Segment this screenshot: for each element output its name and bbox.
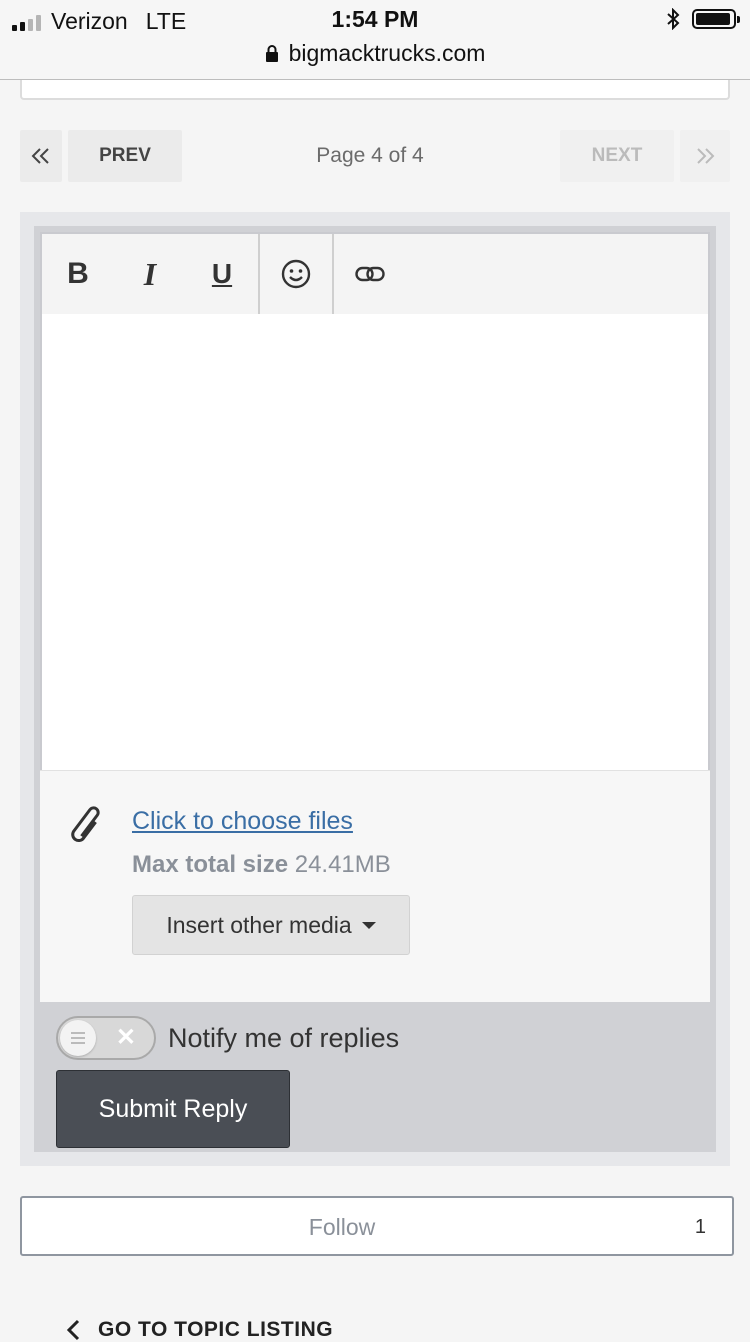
submit-reply-button[interactable]: Submit Reply: [56, 1070, 290, 1148]
bluetooth-icon: [667, 8, 680, 30]
lock-icon: [265, 45, 278, 62]
battery-icon: [692, 9, 740, 29]
follower-count: 1: [694, 1216, 706, 1238]
prev-button[interactable]: PREV: [68, 130, 182, 182]
next-button[interactable]: NEXT: [560, 130, 674, 182]
go-to-topic-listing-link[interactable]: GO TO TOPIC LISTING: [66, 1318, 333, 1342]
underline-button[interactable]: U: [186, 234, 258, 314]
attachment-area: Click to choose files Max total size 24.…: [40, 770, 710, 1002]
address-bar[interactable]: bigmacktrucks.com: [0, 40, 750, 67]
follow-label: Follow: [308, 1214, 376, 1240]
url-text: bigmacktrucks.com: [288, 40, 486, 66]
notify-row: ✕ Notify me of replies: [56, 1016, 399, 1060]
italic-button[interactable]: I: [114, 234, 186, 314]
link-button[interactable]: [334, 234, 406, 314]
page-indicator: Page 4 of 4: [316, 144, 424, 167]
caret-down-icon: [361, 921, 376, 929]
bold-icon: B: [67, 257, 89, 290]
previous-post-box: [20, 80, 730, 100]
status-bar: Verizon LTE 1:54 PM bigmacktrucks.com: [0, 0, 750, 80]
max-size-value: 24.41MB: [294, 851, 391, 878]
reply-form-inner: B I U Click to choose files Max total si…: [34, 226, 716, 1152]
notify-toggle[interactable]: ✕: [56, 1016, 156, 1060]
choose-files-link[interactable]: Click to choose files: [132, 807, 353, 836]
notify-label: Notify me of replies: [168, 1022, 400, 1053]
close-icon: ✕: [115, 1024, 136, 1051]
underline-icon: U: [211, 258, 233, 289]
reply-form: B I U Click to choose files Max total si…: [20, 212, 730, 1166]
menu-lines-icon: [71, 1032, 85, 1044]
editor-toolbar: B I U: [42, 234, 708, 314]
chevron-left-icon: [66, 1319, 80, 1341]
paperclip-icon: [71, 806, 100, 843]
smiley-icon: [281, 259, 311, 289]
insert-media-label: Insert other media: [166, 911, 352, 938]
emoji-button[interactable]: [260, 234, 332, 314]
bold-button[interactable]: B: [42, 234, 114, 314]
last-page-button[interactable]: [680, 130, 730, 182]
link-icon: [355, 266, 385, 282]
status-right: [666, 8, 740, 30]
toggle-knob: [60, 1020, 96, 1056]
max-size-label: Max total size: [132, 851, 289, 878]
double-chevron-right-icon: [697, 148, 715, 164]
double-chevron-left-icon: [31, 148, 49, 164]
topic-listing-label: GO TO TOPIC LISTING: [98, 1318, 334, 1341]
first-page-button[interactable]: [20, 130, 62, 182]
insert-media-button[interactable]: Insert other media: [132, 895, 410, 955]
pagination: PREV Page 4 of 4 NEXT: [20, 130, 730, 182]
clock: 1:54 PM: [331, 6, 419, 32]
follow-button[interactable]: Follow 1: [20, 1196, 734, 1256]
editor-text-area[interactable]: [42, 314, 708, 772]
italic-icon: I: [143, 255, 157, 292]
max-size-info: Max total size 24.41MB: [132, 851, 391, 879]
